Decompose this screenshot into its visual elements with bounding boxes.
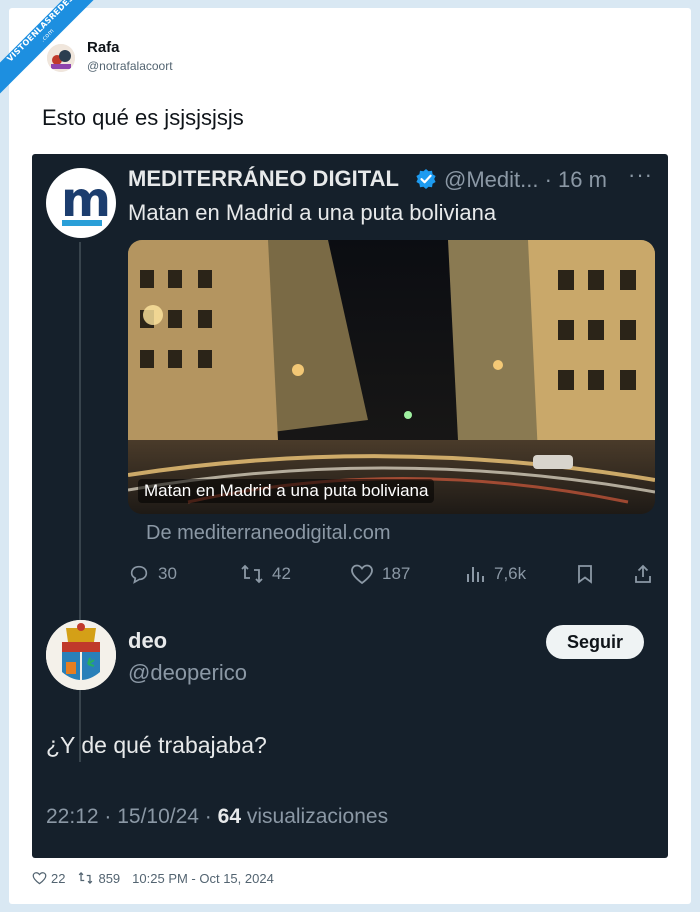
quoted-tweet-text: Matan en Madrid a una puta boliviana <box>128 200 497 225</box>
tweet-footer: 22 859 10:25 PM - Oct 15, 2024 <box>32 868 286 888</box>
reply-meta: 22:12 · 15/10/24 · 64 visualizaciones <box>46 805 388 829</box>
bookmark-action[interactable] <box>574 554 604 594</box>
reply-views-label: visualizaciones <box>246 805 389 828</box>
embedded-screenshot: m MEDITERRÁNEO DIGITAL @Medit... · 16 m … <box>32 154 668 858</box>
footer-retweet[interactable]: 859 <box>77 871 120 886</box>
retweet-icon <box>79 872 93 884</box>
action-bar: 30 42 187 7,6k <box>128 554 658 594</box>
reply-action[interactable]: 30 <box>128 554 177 594</box>
views-icon <box>467 567 484 582</box>
author-handle[interactable]: @notrafalacoort <box>87 59 173 73</box>
share-icon <box>635 564 651 583</box>
like-action[interactable]: 187 <box>350 554 410 594</box>
retweet-icon <box>241 564 263 584</box>
author-name[interactable]: Rafa <box>87 39 120 56</box>
quoted-author-name[interactable]: MEDITERRÁNEO DIGITAL <box>128 166 399 192</box>
link-source[interactable]: De mediterraneodigital.com <box>146 522 391 545</box>
reply-timestamp[interactable]: 22:12 · 15/10/24 · <box>46 805 212 828</box>
reply-views-count: 64 <box>217 805 241 828</box>
heart-icon <box>351 564 373 585</box>
retweet-count: 42 <box>272 564 291 583</box>
share-action[interactable] <box>632 554 662 594</box>
reply-author-handle[interactable]: @deoperico <box>128 660 247 686</box>
views-count: 7,6k <box>494 564 527 583</box>
verified-badge-icon <box>416 169 436 189</box>
logo-bar <box>62 220 102 226</box>
coat-of-arms-icon <box>46 620 116 690</box>
footer-date[interactable]: 10:25 PM - Oct 15, 2024 <box>132 871 274 886</box>
reply-icon <box>130 565 148 584</box>
m-logo-icon: m <box>61 172 112 228</box>
heart-icon <box>32 872 47 885</box>
reply-text: ¿Y de qué trabajaba? <box>46 732 267 758</box>
tweet-text: Esto qué es jsjsjsjsjs <box>42 105 244 130</box>
media-caption: Matan en Madrid a una puta boliviana <box>138 479 435 503</box>
mediterraneo-avatar[interactable]: m <box>46 168 116 238</box>
deo-avatar[interactable] <box>46 620 116 690</box>
footer-like[interactable]: 22 <box>32 871 65 886</box>
like-count: 187 <box>382 564 411 583</box>
author-avatar[interactable] <box>47 44 75 72</box>
footer-like-count: 22 <box>51 870 66 886</box>
retweet-action[interactable]: 42 <box>240 554 291 594</box>
more-options-icon[interactable]: ··· <box>628 162 653 188</box>
reply-author-name[interactable]: deo <box>128 628 167 654</box>
article-image[interactable]: Matan en Madrid a una puta boliviana <box>128 240 655 514</box>
follow-button[interactable]: Seguir <box>546 625 644 659</box>
views-action[interactable]: 7,6k <box>464 554 526 594</box>
footer-retweet-count: 859 <box>98 870 121 886</box>
reply-count: 30 <box>158 564 177 583</box>
night-street-photo <box>128 240 655 514</box>
quoted-handle-time[interactable]: @Medit... · 16 m <box>444 167 607 193</box>
bookmark-icon <box>578 565 592 584</box>
